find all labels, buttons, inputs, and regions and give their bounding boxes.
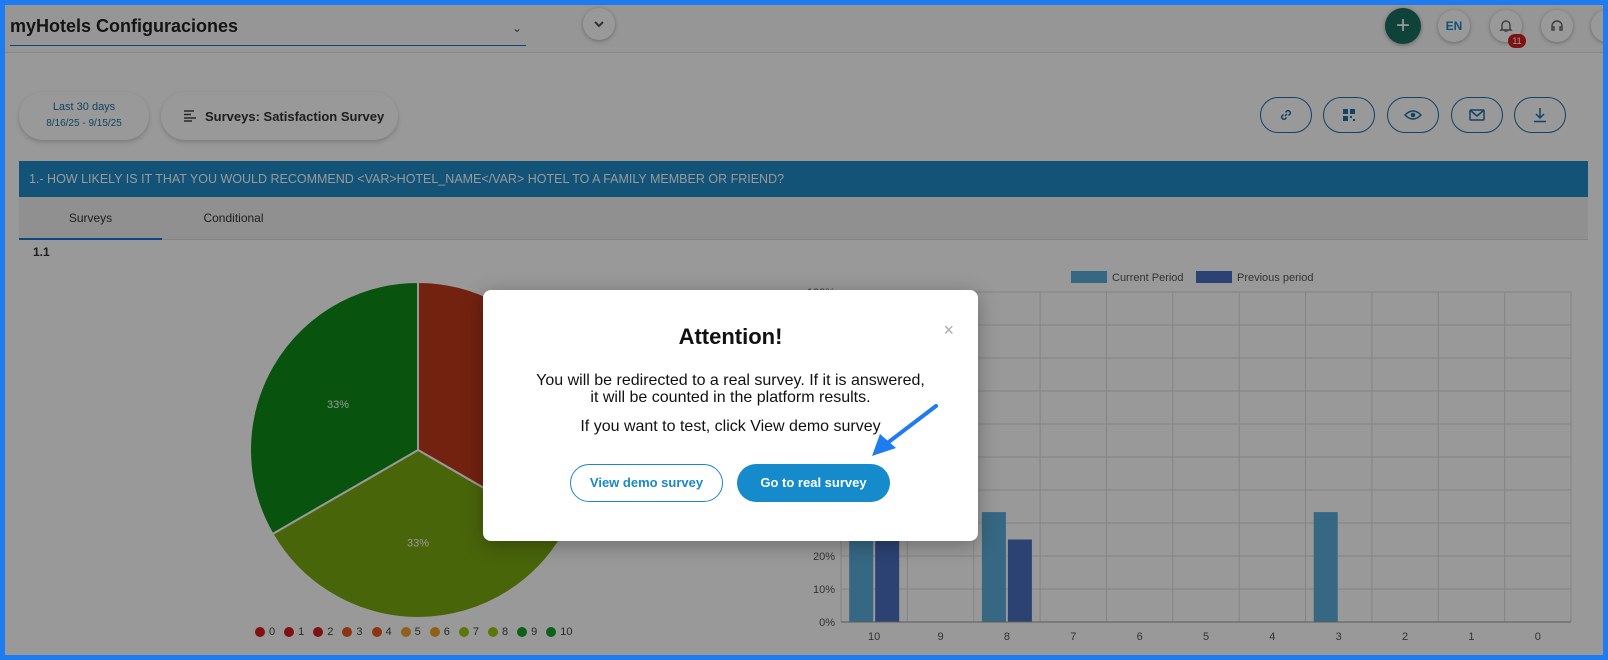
close-icon[interactable]: × (943, 320, 954, 341)
view-demo-survey-button[interactable]: View demo survey (570, 464, 723, 502)
dialog-message-line-1: You will be redirected to a real survey.… (536, 372, 925, 389)
dialog-title: Attention! (678, 324, 783, 349)
go-to-real-survey-button[interactable]: Go to real survey (737, 464, 890, 502)
annotation-arrow-icon (872, 404, 938, 456)
